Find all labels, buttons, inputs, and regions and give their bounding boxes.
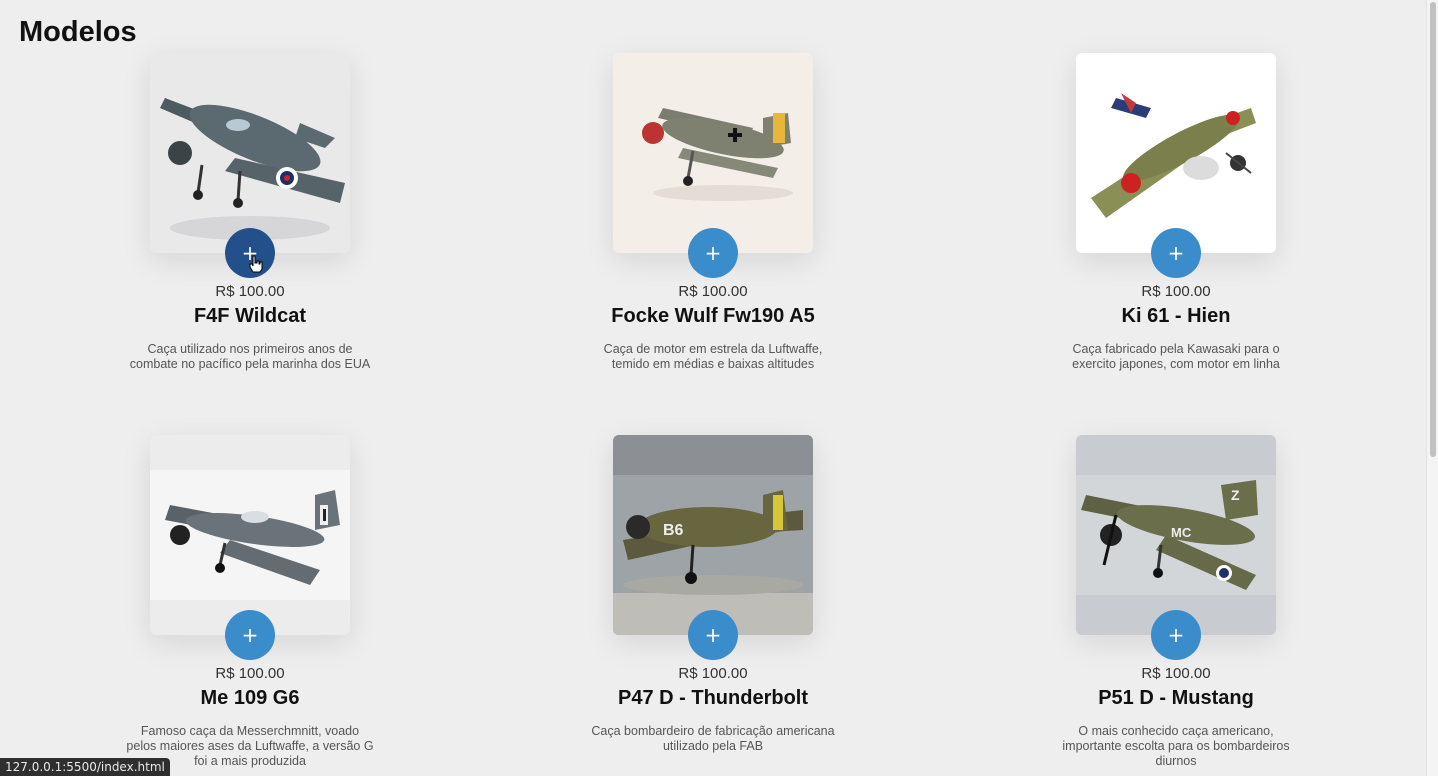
plane-image-me109 — [150, 470, 350, 600]
plane-image-p51: Z MC — [1076, 475, 1276, 595]
plane-image-f4f-wildcat — [160, 98, 345, 240]
product-image[interactable] — [150, 435, 350, 635]
product-card: B6 + R$ 100.00 P47 D - Thunderbolt Caça … — [573, 435, 853, 754]
product-description: O mais conhecido caça americano, importa… — [1062, 724, 1290, 768]
add-to-cart-button[interactable]: + — [688, 610, 738, 660]
product-price: R$ 100.00 — [678, 283, 748, 300]
add-to-cart-button[interactable]: + — [225, 610, 275, 660]
product-image[interactable] — [613, 53, 813, 253]
hand-cursor-icon — [249, 255, 263, 273]
svg-text:B6: B6 — [663, 522, 684, 539]
plane-image-fw190 — [642, 108, 793, 201]
status-bar-url: 127.0.0.1:5500/index.html — [0, 758, 170, 776]
product-image[interactable] — [150, 53, 350, 253]
product-card: + R$ 100.00 Ki 61 - Hien Caça fabricado … — [1036, 53, 1316, 372]
product-card: + R$ 100.00 Focke Wulf Fw190 A5 Caça de … — [573, 53, 853, 372]
add-to-cart-button[interactable]: + — [1151, 610, 1201, 660]
product-name: Focke Wulf Fw190 A5 — [611, 305, 815, 327]
product-description: Caça fabricado pela Kawasaki para o exer… — [1072, 342, 1280, 371]
plane-image-ki61 — [1091, 93, 1256, 218]
product-image[interactable] — [1076, 53, 1276, 253]
product-price: R$ 100.00 — [1141, 665, 1211, 682]
page-title: Modelos — [19, 16, 137, 48]
product-description: Caça de motor em estrela da Luftwaffe, t… — [603, 342, 823, 371]
product-name: P51 D - Mustang — [1098, 687, 1254, 709]
product-name: Me 109 G6 — [200, 687, 300, 709]
product-price: R$ 100.00 — [1141, 283, 1211, 300]
product-card: + R$ 100.00 F4F Wildcat Caça utilizado n… — [110, 53, 390, 372]
product-image[interactable]: B6 — [613, 435, 813, 635]
product-price: R$ 100.00 — [215, 665, 285, 682]
product-card: + R$ 100.00 Me 109 G6 Famoso caça da Mes… — [110, 435, 390, 769]
product-price: R$ 100.00 — [678, 665, 748, 682]
product-image[interactable]: Z MC — [1076, 435, 1276, 635]
product-description: Caça bombardeiro de fabricação americana… — [591, 724, 835, 753]
add-to-cart-button[interactable]: + — [1151, 228, 1201, 278]
product-description: Caça utilizado nos primeiros anos de com… — [129, 342, 371, 371]
product-price: R$ 100.00 — [215, 283, 285, 300]
svg-text:Z: Z — [1231, 487, 1240, 503]
vertical-scrollbar[interactable] — [1426, 0, 1438, 776]
product-name: P47 D - Thunderbolt — [618, 687, 808, 709]
product-name: Ki 61 - Hien — [1121, 305, 1231, 327]
plane-image-p47: B6 — [613, 435, 813, 635]
add-to-cart-button[interactable]: + — [688, 228, 738, 278]
product-name: F4F Wildcat — [193, 305, 307, 327]
product-card: Z MC + R$ 100.00 P51 D - Mustang O mais … — [1036, 435, 1316, 769]
scrollbar-thumb[interactable] — [1430, 2, 1436, 457]
svg-text:MC: MC — [1171, 525, 1192, 540]
